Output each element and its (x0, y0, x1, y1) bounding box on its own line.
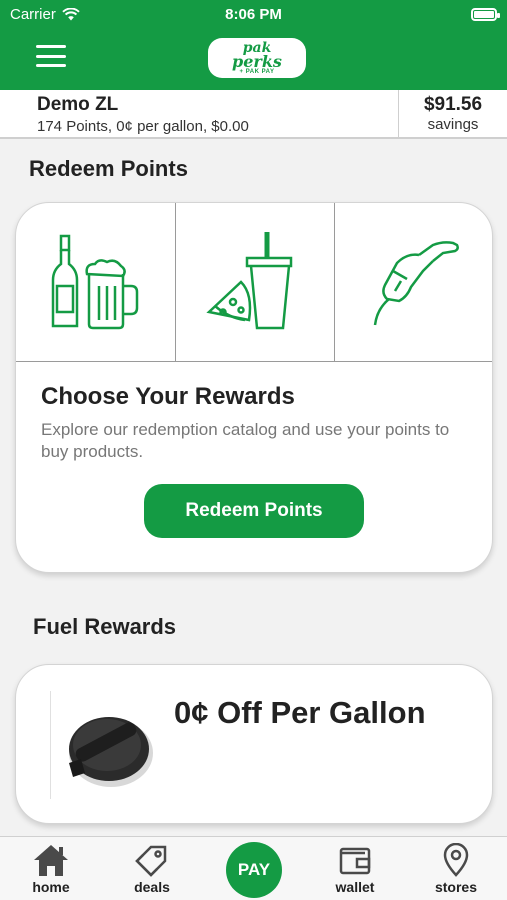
reward-category-icons (16, 203, 492, 362)
account-points-summary: 174 Points, 0¢ per gallon, $0.00 (37, 118, 249, 135)
fuel-cap-image (50, 691, 160, 799)
app-header: Carrier 8:06 PM pak perks + PAK PAY (0, 0, 507, 90)
battery-icon (471, 8, 500, 21)
bottom-navigation: home deals PAY wallet stores (0, 836, 507, 900)
fuel-rewards-card[interactable]: 0¢ Off Per Gallon (15, 664, 493, 824)
beer-bottle-icon (52, 234, 139, 330)
redeem-section-title: Redeem Points (29, 156, 188, 181)
app-logo: pak perks + PAK PAY (208, 38, 306, 78)
nav-wallet[interactable]: wallet (315, 843, 395, 895)
nav-deals[interactable]: deals (112, 843, 192, 895)
account-summary[interactable]: Demo ZL 174 Points, 0¢ per gallon, $0.00… (0, 90, 507, 139)
nav-stores[interactable]: stores (416, 843, 496, 895)
savings-amount: $91.56 (423, 94, 483, 115)
pizza-drink-icon (206, 232, 293, 330)
account-name: Demo ZL (37, 94, 119, 115)
redeem-points-button[interactable]: Redeem Points (144, 484, 364, 538)
redeem-card[interactable]: Choose Your Rewards Explore our redempti… (15, 202, 493, 573)
savings-label: savings (427, 116, 479, 133)
nav-home[interactable]: home (11, 843, 91, 895)
home-icon (34, 845, 68, 876)
location-pin-icon (443, 843, 469, 877)
status-bar: Carrier 8:06 PM (0, 0, 507, 28)
pay-button[interactable]: PAY (226, 842, 282, 898)
clock: 8:06 PM (225, 6, 282, 23)
wallet-icon (339, 847, 371, 875)
alcohol-category[interactable] (16, 203, 175, 361)
food-category[interactable] (174, 203, 335, 361)
fuel-offer-text: 0¢ Off Per Gallon (174, 695, 426, 730)
fuel-nozzle-icon (373, 241, 459, 326)
nav-wallet-label: wallet (335, 879, 375, 895)
fuel-category[interactable] (334, 203, 492, 361)
nav-deals-label: deals (134, 879, 170, 895)
rewards-card-description: Explore our redemption catalog and use y… (41, 420, 450, 461)
tag-icon (135, 845, 167, 877)
fuel-section-title: Fuel Rewards (33, 614, 177, 639)
nav-stores-label: stores (434, 879, 478, 895)
hamburger-icon[interactable] (36, 45, 66, 67)
rewards-card-title: Choose Your Rewards (41, 383, 295, 410)
nav-home-label: home (32, 879, 70, 895)
